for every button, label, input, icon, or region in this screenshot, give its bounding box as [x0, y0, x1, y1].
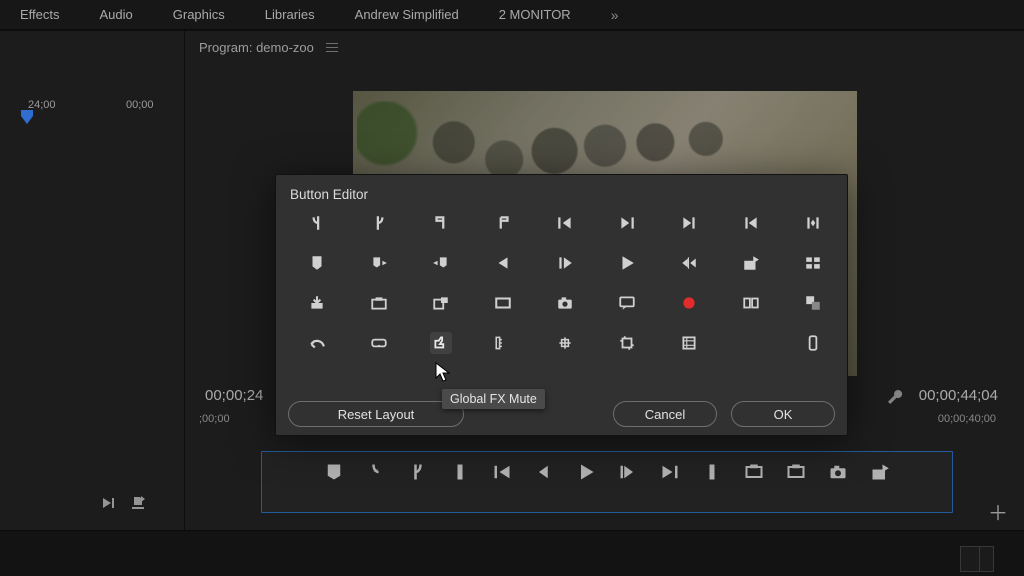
export-icon[interactable]: [130, 495, 146, 516]
frame-icon[interactable]: [492, 292, 514, 314]
button-grid: [276, 206, 847, 354]
mark-in-icon[interactable]: [366, 462, 386, 482]
add-button[interactable]: ＋: [988, 497, 1008, 526]
jump-marker-icon[interactable]: [368, 252, 390, 274]
step-back-icon[interactable]: [492, 252, 514, 274]
record-icon[interactable]: [678, 292, 700, 314]
reset-layout-button[interactable]: Reset Layout: [288, 401, 464, 427]
next-edit-icon[interactable]: [660, 462, 680, 482]
safe-margins-icon[interactable]: [368, 292, 390, 314]
panel-menu-icon[interactable]: [326, 43, 338, 53]
multicam-icon[interactable]: [802, 252, 824, 274]
tab-overflow-icon[interactable]: »: [591, 0, 631, 30]
tooltip: Global FX Mute: [442, 389, 545, 409]
lift-icon[interactable]: [740, 212, 762, 234]
program-title: Program: demo-zoo: [199, 40, 314, 55]
playhead-out-icon[interactable]: [702, 462, 722, 482]
spacer: [740, 332, 762, 354]
comparison-view-icon[interactable]: [740, 292, 762, 314]
cancel-button[interactable]: Cancel: [613, 401, 717, 427]
inbox-icon[interactable]: [306, 292, 328, 314]
ruler-tick: 00;00: [126, 99, 154, 111]
safe-margins-a-icon[interactable]: [744, 462, 764, 482]
next-edit-icon[interactable]: [616, 212, 638, 234]
mark-in-icon[interactable]: [306, 212, 328, 234]
vr-icon[interactable]: [368, 332, 390, 354]
insert-icon[interactable]: [678, 212, 700, 234]
tab-effects[interactable]: Effects: [0, 0, 80, 30]
play-chevron-icon[interactable]: [100, 495, 116, 516]
step-back-icon[interactable]: [534, 462, 554, 482]
swap-icon[interactable]: [802, 292, 824, 314]
jump-prev-marker-icon[interactable]: [430, 252, 452, 274]
workspace-tabs: Effects Audio Graphics Libraries Andrew …: [0, 0, 1024, 30]
marker-icon[interactable]: [324, 462, 344, 482]
phone-icon[interactable]: [802, 332, 824, 354]
extract-icon[interactable]: [802, 212, 824, 234]
bottom-thumbnail[interactable]: [960, 546, 994, 572]
play-icon[interactable]: [616, 252, 638, 274]
play-icon[interactable]: [576, 462, 596, 482]
filmstrip-icon[interactable]: [678, 332, 700, 354]
tab-custom-2[interactable]: 2 MONITOR: [479, 0, 591, 30]
export-frame-icon[interactable]: [740, 252, 762, 274]
dialog-title: Button Editor: [276, 175, 847, 206]
fx-mute-icon[interactable]: [430, 332, 452, 354]
undo-icon[interactable]: [306, 332, 328, 354]
prev-edit-icon[interactable]: [492, 462, 512, 482]
mini-ruler-end: 00;00;40;00: [938, 413, 996, 425]
safe-margins-b-icon[interactable]: [786, 462, 806, 482]
timecode-current[interactable]: 00;00;24: [205, 387, 263, 404]
transport-bar[interactable]: [261, 451, 953, 513]
tab-custom-1[interactable]: Andrew Simplified: [335, 0, 479, 30]
mark-out-icon[interactable]: [408, 462, 428, 482]
tab-graphics[interactable]: Graphics: [153, 0, 245, 30]
shuttle-icon[interactable]: [678, 252, 700, 274]
comment-icon[interactable]: [616, 292, 638, 314]
button-editor-dialog: Button Editor: [275, 174, 848, 436]
camera-icon[interactable]: [828, 462, 848, 482]
export-frame-icon[interactable]: [870, 462, 890, 482]
ruler-icon[interactable]: [492, 332, 514, 354]
ok-button[interactable]: OK: [731, 401, 835, 427]
step-fwd-icon[interactable]: [554, 252, 576, 274]
source-panel: 24;00 00;00: [0, 30, 185, 530]
mini-ruler-start: ;00;00: [199, 413, 230, 425]
tab-libraries[interactable]: Libraries: [245, 0, 335, 30]
playhead-icon[interactable]: [20, 109, 34, 125]
camera-icon[interactable]: [554, 292, 576, 314]
cursor-icon: [435, 362, 453, 384]
timecode-total: 00;00;44;04: [919, 387, 998, 404]
step-fwd-icon[interactable]: [618, 462, 638, 482]
toggle-proxy-icon[interactable]: [430, 292, 452, 314]
crop-icon[interactable]: [616, 332, 638, 354]
go-to-out-icon[interactable]: [492, 212, 514, 234]
prev-edit-icon[interactable]: [554, 212, 576, 234]
mark-out-icon[interactable]: [368, 212, 390, 234]
tab-audio[interactable]: Audio: [80, 0, 153, 30]
marker-icon[interactable]: [306, 252, 328, 274]
playhead-icon[interactable]: [450, 462, 470, 482]
bottom-panel: [0, 530, 1024, 576]
go-to-in-icon[interactable]: [430, 212, 452, 234]
grid-icon[interactable]: [554, 332, 576, 354]
